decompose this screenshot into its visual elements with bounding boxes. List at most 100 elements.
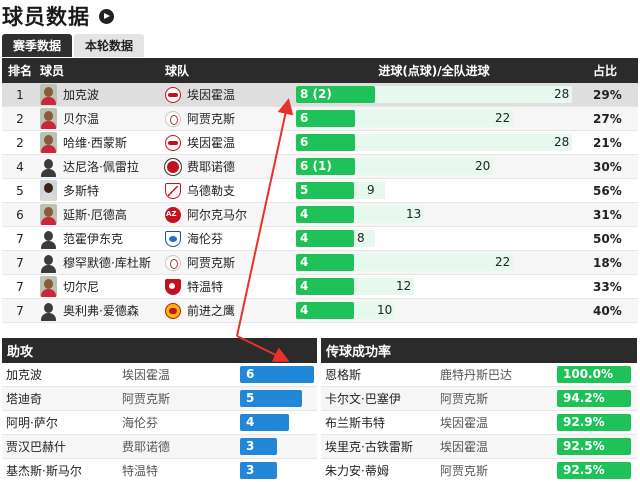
assist-player-name[interactable]: 阿明·萨尔 [6, 414, 58, 431]
team-cell[interactable]: 费耶诺德 [165, 158, 235, 175]
team-cell[interactable]: 埃因霍温 [165, 134, 235, 151]
avatar-head [44, 303, 53, 313]
assist-player-name[interactable]: 塔迪奇 [6, 390, 42, 407]
player-name[interactable]: 达尼洛·佩雷拉 [63, 158, 139, 175]
list-item[interactable]: 基杰斯·斯马尔 特温特 3 [2, 459, 317, 482]
table-row[interactable]: 6 延斯·厄德高 阿尔克马尔 4 13 31% [2, 203, 638, 227]
rank-cell: 7 [16, 279, 24, 294]
tab-round-stats[interactable]: 本轮数据 [74, 34, 145, 57]
list-item[interactable]: 恩格斯 鹿特丹斯巴达 100.0% [321, 363, 637, 387]
pass-team-name[interactable]: 阿贾克斯 [440, 390, 488, 407]
player-name[interactable]: 加克波 [63, 86, 99, 103]
team-name[interactable]: 海伦芬 [187, 230, 223, 247]
team-cell[interactable]: 阿贾克斯 [165, 254, 235, 271]
share-cell: 27% [593, 111, 622, 126]
pass-team-name[interactable]: 埃因霍温 [440, 438, 488, 455]
team-cell[interactable]: 海伦芬 [165, 230, 223, 247]
player-name[interactable]: 贝尔温 [63, 110, 99, 127]
table-row[interactable]: 7 穆罕默德·库杜斯 阿贾克斯 4 22 18% [2, 251, 638, 275]
list-item[interactable]: 朱力安·蒂姆 阿贾克斯 92.5% [321, 459, 637, 482]
player-name[interactable]: 多斯特 [63, 182, 99, 199]
tab-season-stats[interactable]: 赛季数据 [2, 34, 73, 57]
pass-player-name[interactable]: 布兰斯韦特 [325, 414, 385, 431]
utrecht-crest-icon [165, 182, 181, 199]
pass-player-name[interactable]: 埃里克·古铁雷斯 [325, 438, 413, 455]
table-row[interactable]: 7 切尔尼 特温特 4 12 33% [2, 275, 638, 299]
team-name[interactable]: 费耶诺德 [187, 158, 235, 175]
team-name[interactable]: 特温特 [187, 278, 223, 295]
team-cell[interactable]: 埃因霍温 [165, 86, 235, 103]
assist-player-name[interactable]: 贾汉巴赫什 [6, 438, 66, 455]
player-cell[interactable]: 多斯特 [40, 180, 99, 201]
table-row[interactable]: 4 达尼洛·佩雷拉 费耶诺德 6 (1) 20 30% [2, 155, 638, 179]
player-name[interactable]: 哈维·西蒙斯 [63, 134, 127, 151]
team-name[interactable]: 乌德勒支 [187, 182, 235, 199]
assist-player-name[interactable]: 基杰斯·斯马尔 [6, 462, 82, 479]
table-row[interactable]: 2 贝尔温 阿贾克斯 6 22 27% [2, 107, 638, 131]
pass-player-name[interactable]: 朱力安·蒂姆 [325, 462, 389, 479]
player-cell[interactable]: 加克波 [40, 84, 99, 105]
table-row[interactable]: 7 范霍伊东克 海伦芬 4 8 50% [2, 227, 638, 251]
team-cell[interactable]: 特温特 [165, 278, 223, 295]
assist-team-name[interactable]: 埃因霍温 [122, 366, 170, 383]
table-row[interactable]: 7 奥利弗·爱德森 前进之鹰 4 10 40% [2, 299, 638, 323]
player-cell[interactable]: 达尼洛·佩雷拉 [40, 156, 139, 177]
assist-player-name[interactable]: 加克波 [6, 366, 42, 383]
player-cell[interactable]: 切尔尼 [40, 276, 99, 297]
assist-bar: 3 [240, 438, 277, 455]
team-name[interactable]: 埃因霍温 [187, 134, 235, 151]
list-item[interactable]: 埃里克·古铁雷斯 埃因霍温 92.5% [321, 435, 637, 459]
assist-bar: 3 [240, 462, 277, 479]
assist-team-name[interactable]: 费耶诺德 [122, 438, 170, 455]
pass-team-name[interactable]: 埃因霍温 [440, 414, 488, 431]
team-cell[interactable]: 前进之鹰 [165, 302, 235, 319]
player-name[interactable]: 延斯·厄德高 [63, 206, 127, 223]
player-cell[interactable]: 贝尔温 [40, 108, 99, 129]
list-item[interactable]: 贾汉巴赫什 费耶诺德 3 [2, 435, 317, 459]
player-name[interactable]: 穆罕默德·库杜斯 [63, 254, 151, 271]
team-cell[interactable]: 乌德勒支 [165, 182, 235, 199]
player-cell[interactable]: 范霍伊东克 [40, 228, 123, 249]
player-cell[interactable]: 延斯·厄德高 [40, 204, 127, 225]
pass-player-name[interactable]: 卡尔文·巴塞伊 [325, 390, 401, 407]
player-name[interactable]: 奥利弗·爱德森 [63, 302, 139, 319]
table-row[interactable]: 2 哈维·西蒙斯 埃因霍温 6 28 21% [2, 131, 638, 155]
assists-title: 助攻 [2, 338, 317, 363]
list-item[interactable]: 布兰斯韦特 埃因霍温 92.9% [321, 411, 637, 435]
goals-value: 6 [300, 135, 309, 149]
assist-team-name[interactable]: 阿贾克斯 [122, 390, 170, 407]
avatar-body [41, 241, 56, 249]
goals-bar: 8 (2) 28 [296, 86, 572, 103]
pass-team-name[interactable]: 阿贾克斯 [440, 462, 488, 479]
passing-panel: 传球成功率 恩格斯 鹿特丹斯巴达 100.0% 卡尔文·巴塞伊 阿贾克斯 94.2% 布兰斯… [321, 338, 637, 482]
list-item[interactable]: 塔迪奇 阿贾克斯 5 [2, 387, 317, 411]
assist-team-name[interactable]: 海伦芬 [122, 414, 158, 431]
team-name[interactable]: 阿尔克马尔 [187, 206, 247, 223]
player-name[interactable]: 切尔尼 [63, 278, 99, 295]
table-row[interactable]: 5 多斯特 乌德勒支 5 9 56% [2, 179, 638, 203]
pass-rate-bar: 100.0% [557, 366, 631, 383]
pass-player-name[interactable]: 恩格斯 [325, 366, 361, 383]
team-name[interactable]: 前进之鹰 [187, 302, 235, 319]
table-row[interactable]: 1 加克波 埃因霍温 8 (2) 28 29% [2, 83, 638, 107]
team-name[interactable]: 埃因霍温 [187, 86, 235, 103]
player-cell[interactable]: 奥利弗·爱德森 [40, 300, 139, 321]
list-item[interactable]: 加克波 埃因霍温 6 [2, 363, 317, 387]
list-item[interactable]: 阿明·萨尔 海伦芬 4 [2, 411, 317, 435]
header-rank: 排名 [7, 64, 32, 78]
arrow-right-circle-icon[interactable] [99, 8, 114, 24]
assists-panel: 助攻 加克波 埃因霍温 6 塔迪奇 阿贾克斯 5 阿明·萨尔 海伦芬 4 贾汉巴赫什 费耶诺德 3 基杰… [2, 338, 317, 482]
page-header: 球员数据 [0, 2, 114, 30]
team-name[interactable]: 阿贾克斯 [187, 110, 235, 127]
goals-bar: 59 [296, 182, 572, 199]
team-name[interactable]: 阿贾克斯 [187, 254, 235, 271]
team-cell[interactable]: 阿尔克马尔 [165, 206, 247, 223]
share-cell: 40% [593, 303, 622, 318]
assist-team-name[interactable]: 特温特 [122, 462, 158, 479]
player-cell[interactable]: 哈维·西蒙斯 [40, 132, 127, 153]
player-cell[interactable]: 穆罕默德·库杜斯 [40, 252, 151, 273]
list-item[interactable]: 卡尔文·巴塞伊 阿贾克斯 94.2% [321, 387, 637, 411]
player-name[interactable]: 范霍伊东克 [63, 230, 123, 247]
pass-team-name[interactable]: 鹿特丹斯巴达 [440, 366, 512, 383]
team-cell[interactable]: 阿贾克斯 [165, 110, 235, 127]
